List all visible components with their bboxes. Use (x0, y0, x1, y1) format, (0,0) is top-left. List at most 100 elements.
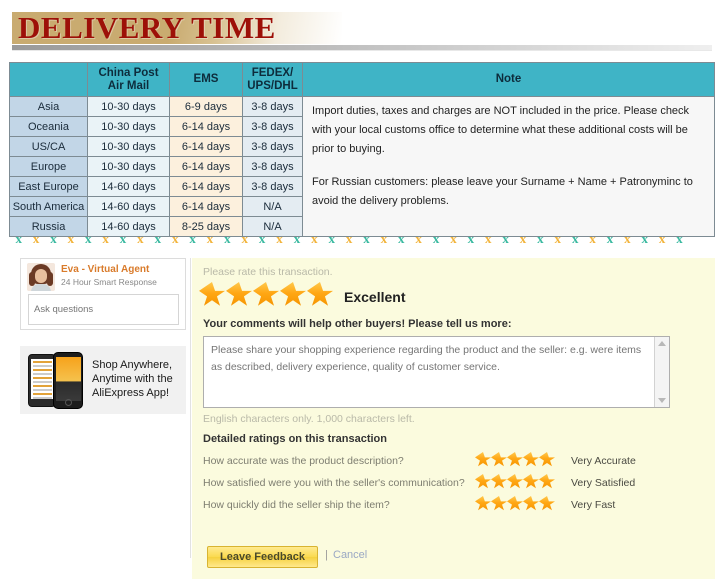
cancel-link[interactable]: Cancel (333, 549, 367, 561)
rating-label: Very Accurate (571, 455, 636, 467)
textarea-scrollbar[interactable] (654, 337, 669, 407)
divider-x-glyph: x (432, 231, 440, 246)
header-fedex: FEDEX/ UPS/DHL (242, 62, 303, 97)
rating-question: How quickly did the seller ship the item… (203, 499, 390, 511)
divider-x-glyph: x (224, 231, 231, 246)
star-icon[interactable] (491, 474, 507, 489)
scroll-down-arrow-icon[interactable] (658, 398, 666, 403)
leave-feedback-button[interactable]: Leave Feedback (207, 546, 318, 568)
rating-star-group[interactable] (475, 474, 555, 489)
star-icon[interactable] (507, 452, 523, 467)
divider-x-glyph: x (85, 231, 92, 246)
cell-fedex: 3-8 days (242, 136, 303, 157)
divider-x-glyph: x (189, 231, 196, 246)
star-icon[interactable] (507, 496, 523, 511)
star-icon[interactable] (539, 474, 555, 489)
cell-fedex: 3-8 days (242, 96, 303, 117)
eva-header: Eva - Virtual Agent 24 Hour Smart Respon… (27, 263, 181, 291)
header-china-post-line1: China Post (98, 66, 159, 79)
scroll-up-arrow-icon[interactable] (658, 341, 666, 346)
decorative-x-divider: xxxxxxxxxxxxxxxxxxxxxxxxxxxxxxxxxxxxxxx (10, 230, 715, 248)
divider-x-glyph: x (15, 231, 22, 246)
action-separator: | (325, 549, 328, 561)
star-icon[interactable] (507, 474, 523, 489)
cell-region: East Europe (9, 176, 88, 197)
star-icon[interactable] (475, 474, 491, 489)
star-icon[interactable] (523, 452, 539, 467)
phone-icon (28, 352, 88, 409)
cell-region: Europe (9, 156, 88, 177)
overall-rating-stars[interactable]: Excellent (199, 282, 405, 312)
divider-x-glyph: x (102, 231, 109, 246)
star-icon[interactable] (199, 282, 225, 306)
star-icon[interactable] (475, 452, 491, 467)
divider-x-glyph: x (258, 231, 266, 246)
star-icon[interactable] (539, 496, 555, 511)
page-title: DELIVERY TIME (18, 10, 276, 45)
divider-x-glyph: x (206, 231, 214, 246)
ask-questions-input[interactable] (28, 294, 179, 325)
table-header-row: China Post Air Mail EMS FEDEX/ UPS/DHL N… (9, 62, 715, 97)
cell-ems: 6-14 days (169, 176, 243, 197)
cell-china-post: 10-30 days (87, 156, 170, 177)
star-icon[interactable] (523, 474, 539, 489)
rating-star-group[interactable] (475, 452, 555, 467)
banner-divider-rule-thin (12, 50, 712, 51)
divider-x-glyph: x (293, 231, 301, 246)
cell-china-post: 10-30 days (87, 96, 170, 117)
cell-ems: 6-14 days (169, 116, 243, 137)
divider-x-glyph: x (606, 231, 614, 246)
star-icon[interactable] (539, 452, 555, 467)
star-icon[interactable] (475, 496, 491, 511)
delivery-time-banner: DELIVERY TIME (0, 0, 723, 52)
aliexpress-app-promo[interactable]: Shop Anywhere, Anytime with the AliExpre… (20, 346, 186, 414)
star-icon[interactable] (491, 452, 507, 467)
divider-x-glyph: x (137, 231, 144, 246)
divider-x-glyph: x (363, 231, 370, 246)
cell-china-post: 14-60 days (87, 176, 170, 197)
divider-x-glyph: x (450, 231, 457, 246)
eva-virtual-agent-box[interactable]: Eva - Virtual Agent 24 Hour Smart Respon… (20, 258, 186, 330)
header-ems: EMS (169, 62, 243, 97)
comments-textarea[interactable] (203, 336, 670, 408)
avatar (27, 263, 55, 291)
rating-question: How satisfied were you with the seller's… (203, 477, 465, 489)
rating-star-group[interactable] (475, 496, 555, 511)
header-region (9, 62, 88, 97)
header-china-post: China Post Air Mail (87, 62, 170, 97)
rating-label: Very Satisfied (571, 477, 636, 489)
star-icon[interactable] (226, 282, 252, 306)
divider-x-glyph: x (67, 231, 75, 246)
sidebar-divider (190, 258, 191, 558)
divider-x-glyph: x (345, 231, 353, 246)
divider-x-glyph: x (554, 231, 562, 246)
divider-x-glyph: x (571, 231, 579, 246)
cell-region: South America (9, 196, 88, 217)
divider-x-glyph: x (119, 231, 127, 246)
divider-x-glyph: x (398, 231, 405, 246)
cell-ems: 6-14 days (169, 156, 243, 177)
cell-ems: 6-14 days (169, 196, 243, 217)
divider-x-glyph: x (519, 231, 527, 246)
star-icon[interactable] (307, 282, 333, 306)
star-icon[interactable] (523, 496, 539, 511)
star-group[interactable] (199, 282, 334, 312)
star-icon[interactable] (491, 496, 507, 511)
cell-region: Oceania (9, 116, 88, 137)
header-fedex-line1: FEDEX/ (251, 66, 294, 79)
star-icon[interactable] (280, 282, 306, 306)
divider-x-glyph: x (32, 231, 40, 246)
detailed-rating-row: How accurate was the product description… (203, 452, 703, 472)
header-note: Note (302, 62, 715, 97)
divider-x-glyph: x (484, 231, 492, 246)
comments-prompt: Your comments will help other buyers! Pl… (203, 318, 512, 330)
eva-agent-subtitle: 24 Hour Smart Response (61, 277, 157, 287)
divider-x-glyph: x (537, 231, 544, 246)
divider-x-glyph: x (276, 231, 283, 246)
cell-china-post: 10-30 days (87, 116, 170, 137)
character-count-note: English characters only. 1,000 character… (203, 413, 415, 425)
cell-fedex: 3-8 days (242, 156, 303, 177)
star-icon[interactable] (253, 282, 279, 306)
divider-x-glyph: x (502, 231, 509, 246)
table-row: Asia 10-30 days 6-9 days 3-8 days Import dut… (9, 96, 715, 237)
